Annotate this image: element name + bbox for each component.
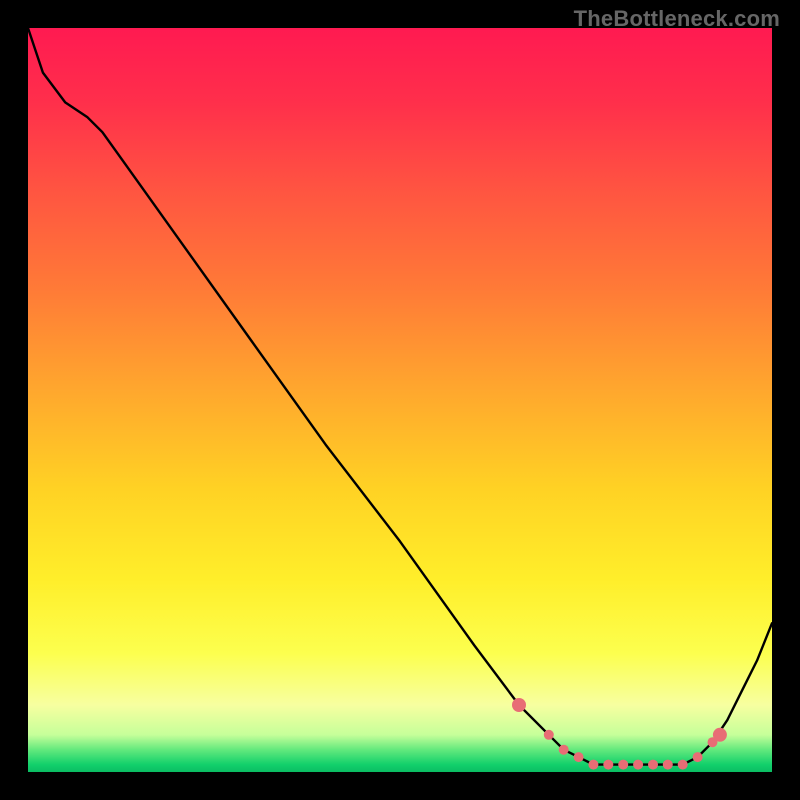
marker-dot [618,760,628,770]
marker-dot [678,760,688,770]
marker-dot [574,752,584,762]
marker-dot [588,760,598,770]
marker-dot [559,745,569,755]
marker-dot [512,698,526,712]
marker-dot [633,760,643,770]
chart-svg [28,28,772,772]
bottleneck-curve [28,28,772,765]
plot-area [28,28,772,772]
chart-frame: TheBottleneck.com [0,0,800,800]
marker-dot [603,760,613,770]
marker-dots [512,698,727,770]
marker-dot [648,760,658,770]
marker-dot [544,730,554,740]
marker-dot [713,728,727,742]
marker-dot [693,752,703,762]
marker-dot [663,760,673,770]
